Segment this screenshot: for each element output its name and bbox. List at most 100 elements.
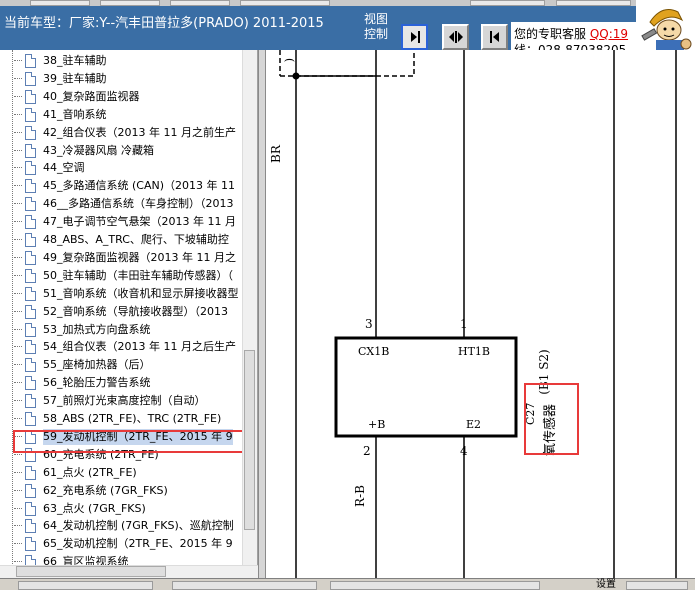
tree-connector-line xyxy=(14,310,22,312)
tree-item-label: 48_ABS、A_TRC、爬行、下坡辅助控 xyxy=(43,233,229,246)
circuit-tree[interactable]: 38_驻车辅助 39_驻车辅助 40_复杂路面监视器 41_音响系统 42_组合仪表（2… xyxy=(0,50,258,578)
pin-2-label: 2 xyxy=(363,444,371,458)
tree-item[interactable]: 51_音响系统（收音机和显示屏接收器型 xyxy=(14,285,244,303)
tree-connector-line xyxy=(14,131,22,133)
tree-item-label: 51_音响系统（收音机和显示屏接收器型 xyxy=(43,286,239,300)
tree-item[interactable]: 57_前照灯光束高度控制（自动） xyxy=(14,392,244,410)
tree-connector-line xyxy=(14,256,22,258)
tree-horizontal-scroll-thumb[interactable] xyxy=(16,566,166,577)
tree-item-label: 42_组合仪表（2013 年 11 月之前生产 xyxy=(43,125,236,139)
tree-item-label: 49_复杂路面监视器（2013 年 11 月之 xyxy=(43,250,236,264)
tree-item[interactable]: 49_复杂路面监视器（2013 年 11 月之 xyxy=(14,249,244,267)
tree-item-label: 44_空调 xyxy=(43,161,85,175)
tree-item[interactable]: 44_空调 xyxy=(14,159,244,177)
tree-item-label: 53_加热式方向盘系统 xyxy=(43,322,151,336)
tree-connector-line xyxy=(14,382,22,384)
tree-item[interactable]: 40_复杂路面监视器 xyxy=(14,88,244,106)
tree-item-label: 56_轮胎压力警告系统 xyxy=(43,376,151,390)
pin-3-label: 3 xyxy=(365,317,373,331)
tree-item-label: 64_发动机控制 (7GR_FKS)、巡航控制 xyxy=(43,519,234,533)
document-icon xyxy=(25,322,36,337)
document-icon xyxy=(25,483,36,498)
top-tab-5[interactable] xyxy=(470,0,545,6)
terminal-cx1b: CX1B xyxy=(358,345,389,358)
document-icon xyxy=(25,340,36,355)
tree-item-label: 55_座椅加热器（后） xyxy=(43,358,151,372)
tree-item[interactable]: 47_电子调节空气悬架（2013 年 11 月 xyxy=(14,213,244,231)
tree-item[interactable]: 50_驻车辅助（丰田驻车辅助传感器）（ xyxy=(14,267,244,285)
terminal-ht1b: HT1B xyxy=(458,345,490,358)
status-segment-1 xyxy=(18,581,153,590)
wire-label-rb: R-B xyxy=(353,485,367,507)
split-view-button[interactable] xyxy=(442,24,469,50)
tree-item[interactable]: 48_ABS、A_TRC、爬行、下坡辅助控 xyxy=(14,231,244,249)
document-icon xyxy=(25,179,36,194)
tree-item-label: 41_音响系统 xyxy=(43,107,107,121)
top-tab-2[interactable] xyxy=(100,0,160,6)
tree-item[interactable]: 43_冷凝器风扇 冷藏箱 xyxy=(14,142,244,160)
tree-connector-line xyxy=(14,400,22,402)
tree-item[interactable]: 52_音响系统（导航接收器型）（2013 xyxy=(14,303,244,321)
tree-item[interactable]: 55_座椅加热器（后） xyxy=(14,356,244,374)
document-icon xyxy=(25,358,36,373)
arrow-left-bar-icon xyxy=(489,31,499,43)
document-icon xyxy=(25,197,36,212)
tree-connector-line xyxy=(14,95,22,97)
tree-item-label: 46__多路通信系统（车身控制）（2013 xyxy=(43,197,234,211)
tree-item[interactable]: 65_发动机控制（2TR_FE、2015 年 9 xyxy=(14,535,244,553)
tree-item[interactable]: 46__多路通信系统（车身控制）（2013 xyxy=(14,195,244,213)
header-top-strip xyxy=(0,0,695,6)
tree-connector-line xyxy=(14,561,22,563)
tree-item[interactable]: 45_多路通信系统 (CAN)（2013 年 11 xyxy=(14,177,244,195)
panel-splitter[interactable] xyxy=(258,50,266,578)
tree-item[interactable]: 41_音响系统 xyxy=(14,106,244,124)
tree-connector-line xyxy=(14,185,22,187)
tree-connector-line xyxy=(14,60,22,61)
dashed-connector-box xyxy=(280,50,415,77)
tree-item[interactable]: 38_驻车辅助 xyxy=(14,52,244,70)
view-control-label: 视图控制 xyxy=(363,12,388,41)
customer-service-box: 您的专职客服 QQ:19 线：028-87038205 xyxy=(511,22,636,52)
expand-left-button[interactable] xyxy=(481,24,508,50)
document-icon xyxy=(25,215,36,230)
top-tab-4[interactable] xyxy=(240,0,330,6)
tree-vertical-scroll-thumb[interactable] xyxy=(244,350,255,530)
status-segment-2 xyxy=(172,581,317,590)
tree-item[interactable]: 58_ABS (2TR_FE)、TRC (2TR_FE) xyxy=(14,410,244,428)
wiring-diagram-area[interactable]: ( BR R-B 3 1 2 4 CX1B HT1B +B E2 C27 (B1… xyxy=(266,50,695,578)
tree-item-label: 39_驻车辅助 xyxy=(43,71,107,85)
selected-item-highlight-box xyxy=(13,430,248,453)
top-tab-1[interactable] xyxy=(30,0,90,6)
top-tab-3[interactable] xyxy=(170,0,230,6)
arrows-outward-icon xyxy=(448,31,463,43)
wire-label-br: BR xyxy=(269,144,283,163)
status-text: 设置 xyxy=(596,579,616,590)
tree-item[interactable]: 63_点火 (7GR_FKS) xyxy=(14,500,244,518)
top-tab-6[interactable] xyxy=(556,0,631,6)
tree-connector-line xyxy=(14,149,22,151)
terminal-e2: E2 xyxy=(466,418,481,431)
tree-item[interactable]: 61_点火 (2TR_FE) xyxy=(14,464,244,482)
tree-connector-line xyxy=(14,292,22,294)
document-icon xyxy=(25,71,36,86)
expand-right-button[interactable] xyxy=(401,24,428,50)
tree-item[interactable]: 56_轮胎压力警告系统 xyxy=(14,374,244,392)
tree-item-label: 52_音响系统（导航接收器型）（2013 xyxy=(43,304,228,318)
tree-item-label: 63_点火 (7GR_FKS) xyxy=(43,501,146,515)
tree-item[interactable]: 42_组合仪表（2013 年 11 月之前生产 xyxy=(14,124,244,142)
tree-item[interactable]: 62_充电系统 (7GR_FKS) xyxy=(14,482,244,500)
tree-item-label: 62_充电系统 (7GR_FKS) xyxy=(43,483,168,497)
tree-item-label: 61_点火 (2TR_FE) xyxy=(43,465,137,479)
tree-connector-line xyxy=(14,543,22,545)
tree-connector-line xyxy=(14,221,22,223)
service-qq-link[interactable]: QQ:19 xyxy=(590,27,628,41)
tree-item-label: 47_电子调节空气悬架（2013 年 11 月 xyxy=(43,215,236,229)
tree-connector-line xyxy=(14,471,22,473)
tree-item[interactable]: 39_驻车辅助 xyxy=(14,70,244,88)
tree-item-label: 65_发动机控制（2TR_FE、2015 年 9 xyxy=(43,537,233,551)
tree-item[interactable]: 64_发动机控制 (7GR_FKS)、巡航控制 xyxy=(14,517,244,535)
document-icon xyxy=(25,412,36,426)
tree-item[interactable]: 54_组合仪表（2013 年 11 月之后生产 xyxy=(14,338,244,356)
svg-text:(: ( xyxy=(283,58,296,62)
tree-item[interactable]: 53_加热式方向盘系统 xyxy=(14,321,244,339)
